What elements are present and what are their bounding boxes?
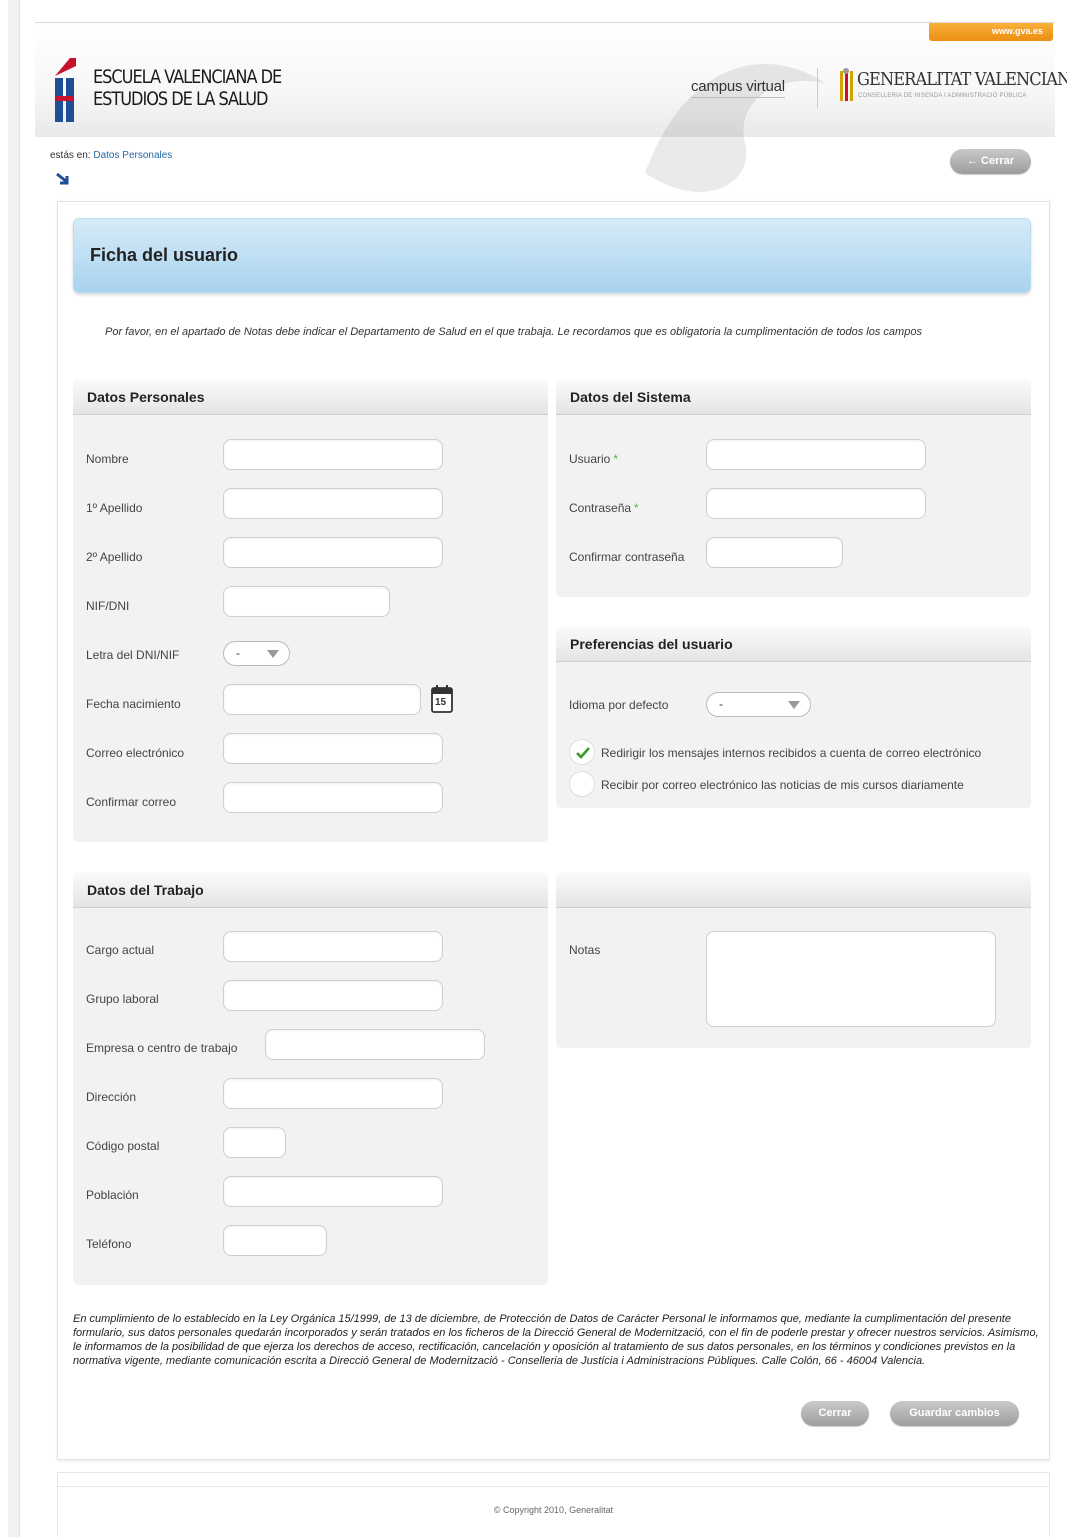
empresa-label: Empresa o centro de trabajo <box>86 1041 238 1055</box>
school-name-line2: ESTUDIOS DE LA SALUD <box>93 88 268 110</box>
letra-select[interactable]: - <box>223 641 290 666</box>
copyright: © Copyright 2010, Generalitat <box>493 1505 614 1515</box>
notes-panel: Notas <box>556 872 1031 1048</box>
nombre-label: Nombre <box>86 452 129 466</box>
fecha-label: Fecha nacimiento <box>86 697 181 711</box>
page-title: Ficha del usuario <box>90 245 239 265</box>
system-data-heading: Datos del Sistema <box>556 379 1031 415</box>
cp-field[interactable] <box>223 1127 286 1158</box>
footer-divider <box>58 1486 1049 1487</box>
confirmar-correo-label: Confirmar correo <box>86 795 177 809</box>
apellido2-label: 2º Apellido <box>86 550 143 564</box>
empresa-field[interactable] <box>265 1029 485 1060</box>
intro-text: Por favor, en el apartado de Notas debe … <box>105 326 922 338</box>
dropdown-arrow-icon <box>788 701 800 709</box>
cancel-button[interactable]: Cerrar <box>801 1401 869 1426</box>
legal-notice: En cumplimiento de lo establecido en la … <box>73 1313 1039 1367</box>
dropdown-arrow-icon <box>267 650 279 658</box>
nombre-field[interactable] <box>223 439 443 470</box>
telefono-label: Teléfono <box>86 1237 132 1251</box>
header-divider <box>817 68 818 108</box>
recibir-label: Recibir por correo electrónico las notic… <box>601 778 964 792</box>
notas-textarea[interactable] <box>706 931 996 1027</box>
required-mark: * <box>613 452 619 466</box>
personal-data-panel: Datos Personales Nombre 1º Apellido 2º A… <box>73 379 548 842</box>
breadcrumb-prefix: estás en: <box>50 150 91 161</box>
generalitat-logo-icon <box>840 68 853 101</box>
left-edge-rule <box>8 0 20 1537</box>
poblacion-label: Población <box>86 1188 139 1202</box>
cargo-field[interactable] <box>223 931 443 962</box>
preferences-panel: Preferencias del usuario Idioma por defe… <box>556 626 1031 808</box>
page-footer: © Copyright 2010, Generalitat <box>57 1472 1050 1537</box>
back-arrow-icon: ← <box>966 155 978 167</box>
campus-virtual-link[interactable]: campus virtual <box>691 78 785 98</box>
telefono-field[interactable] <box>223 1225 327 1256</box>
contrasena-label-text: Contraseña <box>569 501 632 515</box>
usuario-label-text: Usuario <box>569 452 611 466</box>
breadcrumb-current[interactable]: Datos Personales <box>93 150 172 161</box>
confirmar-correo-field[interactable] <box>223 782 443 813</box>
redirigir-label: Redirigir los mensajes internos recibido… <box>601 746 982 760</box>
usuario-field[interactable] <box>706 439 926 470</box>
grupo-field[interactable] <box>223 980 443 1011</box>
redirigir-checkbox[interactable] <box>569 739 595 765</box>
checkmark-icon <box>576 747 590 759</box>
direccion-label: Dirección <box>86 1090 137 1104</box>
gva-link[interactable]: www.gva.es <box>929 23 1053 41</box>
apellido2-field[interactable] <box>223 537 443 568</box>
correo-field[interactable] <box>223 733 443 764</box>
apellido1-label: 1º Apellido <box>86 501 143 515</box>
school-name-line1: ESCUELA VALENCIANA DE <box>93 66 282 88</box>
letra-select-value: - <box>236 646 240 660</box>
contrasena-field[interactable] <box>706 488 926 519</box>
system-data-panel: Datos del Sistema Usuario * Contraseña * C… <box>556 379 1031 597</box>
contrasena-label: Contraseña * <box>569 501 639 515</box>
generalitat-subtitle: CONSELLERIA DE HISENDA I ADMINISTRACIÓ P… <box>858 93 1027 99</box>
breadcrumb: estás en: Datos Personales <box>50 150 172 161</box>
apellido1-field[interactable] <box>223 488 443 519</box>
generalitat-title: GENERALITAT VALENCIANA <box>857 69 1067 90</box>
school-name: ESCUELA VALENCIANA DE ESTUDIOS DE LA SAL… <box>93 66 282 110</box>
idioma-select-value: - <box>719 697 723 711</box>
site-header: www.gva.es ESCUELA VALENCIANA DE ESTUDIO… <box>35 22 1067 192</box>
notes-heading <box>556 872 1031 908</box>
work-data-heading: Datos del Trabajo <box>73 872 548 908</box>
user-card: Ficha del usuario Por favor, en el apart… <box>57 201 1050 1460</box>
direccion-field[interactable] <box>223 1078 443 1109</box>
idioma-select[interactable]: - <box>706 692 811 717</box>
header-watermark <box>645 63 825 192</box>
save-button[interactable]: Guardar cambios <box>890 1401 1019 1426</box>
personal-data-heading: Datos Personales <box>73 379 548 415</box>
eves-logo-icon <box>55 58 76 122</box>
grupo-label: Grupo laboral <box>86 992 159 1006</box>
letra-label: Letra del DNI/NIF <box>86 648 180 662</box>
idioma-label: Idioma por defecto <box>569 698 669 712</box>
calendar-icon[interactable]: 15 <box>430 684 454 714</box>
preferences-heading: Preferencias del usuario <box>556 626 1031 662</box>
arrow-down-right-icon <box>56 172 69 185</box>
usuario-label: Usuario * <box>569 452 618 466</box>
notas-label: Notas <box>569 943 601 957</box>
title-banner: Ficha del usuario <box>73 218 1031 293</box>
nif-field[interactable] <box>223 586 390 617</box>
poblacion-field[interactable] <box>223 1176 443 1207</box>
close-button-top[interactable]: ← Cerrar <box>950 149 1031 174</box>
cargo-label: Cargo actual <box>86 943 155 957</box>
cp-label: Código postal <box>86 1139 160 1153</box>
nif-label: NIF/DNI <box>86 599 130 613</box>
correo-label: Correo electrónico <box>86 746 185 760</box>
confirmar-contrasena-label: Confirmar contraseña <box>569 550 685 564</box>
recibir-checkbox[interactable] <box>569 771 595 797</box>
calendar-day: 15 <box>435 697 447 708</box>
close-button-top-label: Cerrar <box>981 155 1015 167</box>
fecha-field[interactable] <box>223 684 421 715</box>
required-mark: * <box>634 501 639 515</box>
confirmar-contrasena-field[interactable] <box>706 537 843 568</box>
work-data-panel: Datos del Trabajo Cargo actual Grupo lab… <box>73 872 548 1285</box>
